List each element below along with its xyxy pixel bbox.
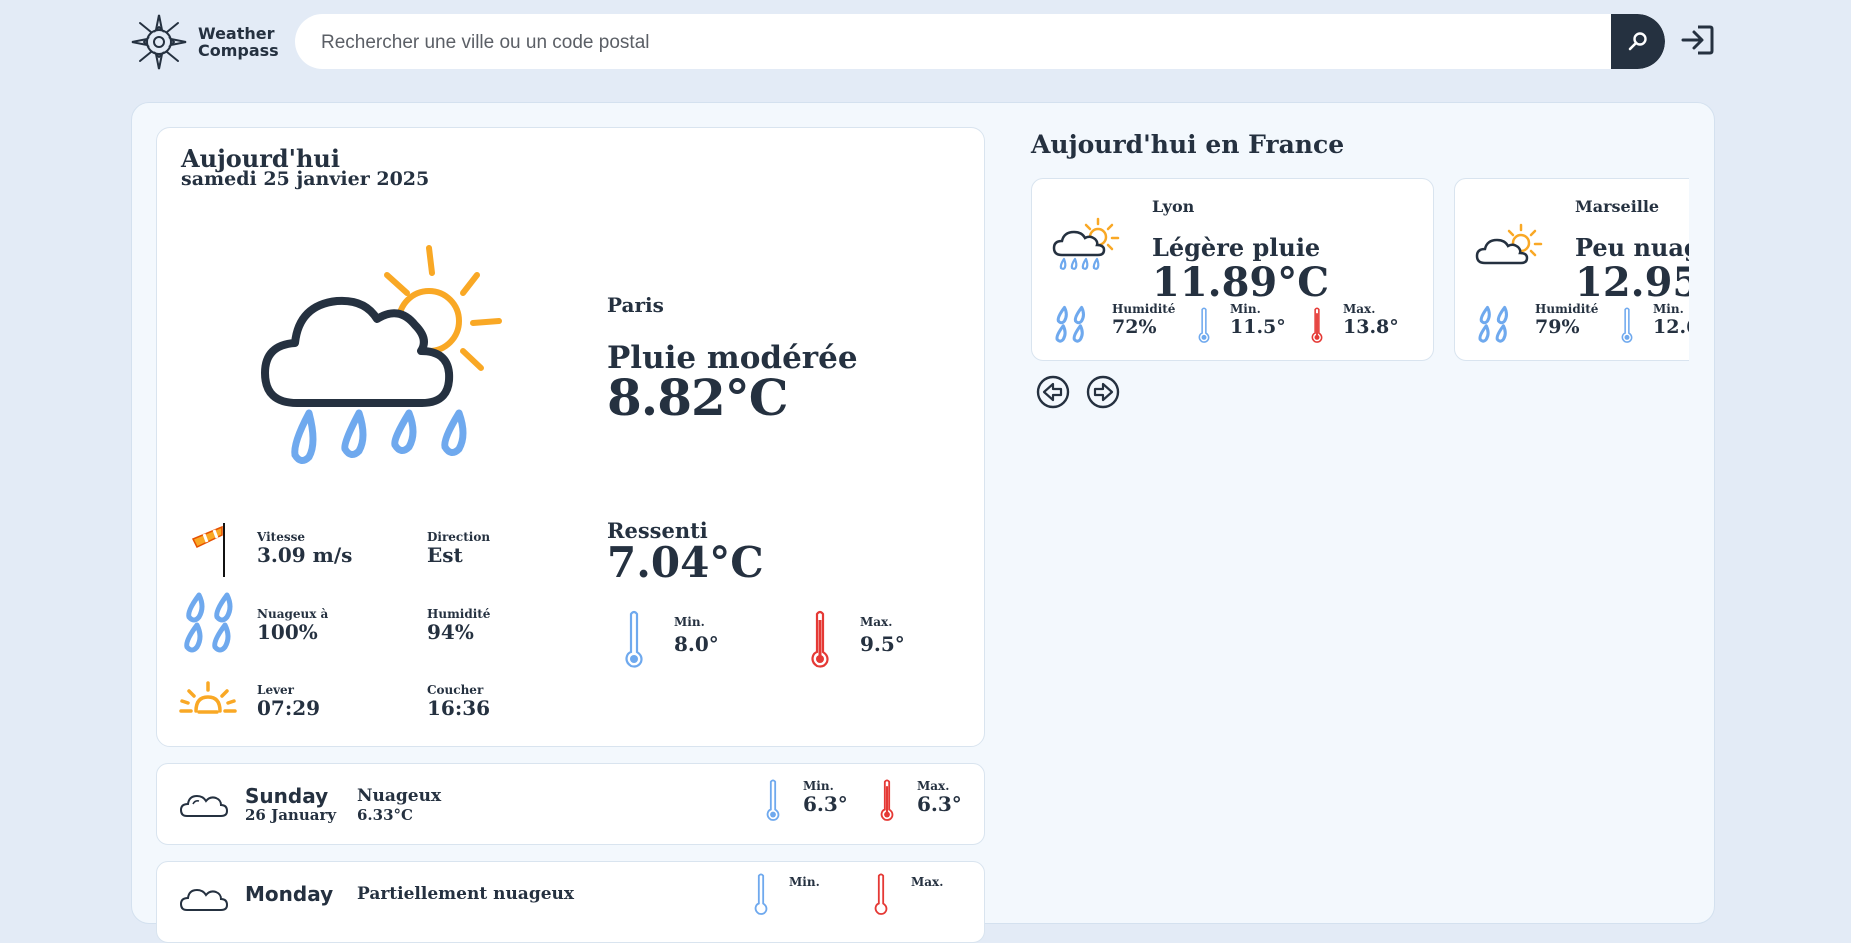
wind-direction: Direction Est xyxy=(427,531,490,567)
min-label: Min. xyxy=(1653,302,1684,316)
city-name: Marseille xyxy=(1575,197,1660,216)
min-label: Min. xyxy=(1230,302,1261,316)
forecast-max: Max. xyxy=(911,876,943,889)
forecast-min: Min. xyxy=(789,876,820,889)
humidity-value: 79% xyxy=(1535,316,1580,338)
thermometer-cold-icon xyxy=(766,779,780,821)
wind-speed-value: 3.09 m/s xyxy=(257,543,353,567)
city-carousel: Lyon Légère pluie 11.89°C Humidité 72% M… xyxy=(1031,178,1689,363)
sunrise-value: 07:29 xyxy=(257,696,321,720)
thermometer-cold-icon xyxy=(625,610,643,668)
search-input[interactable] xyxy=(319,14,1603,69)
forecast-min: Min. 6.3° xyxy=(803,780,848,816)
city-name: Lyon xyxy=(1152,197,1195,216)
max-value: 9.5° xyxy=(860,632,905,656)
search-button[interactable] xyxy=(1611,14,1665,69)
max-label: Max. xyxy=(860,615,893,629)
login-icon xyxy=(1681,25,1714,55)
app-logo[interactable]: Weather Compass xyxy=(130,13,290,71)
min-value: 11.5° xyxy=(1230,316,1286,338)
compass-logo-icon xyxy=(131,14,187,70)
raindrops-icon xyxy=(184,592,233,653)
cloud-rain-sun-icon xyxy=(261,245,502,464)
humidity-label: Humidité xyxy=(1535,302,1599,316)
city-description: Légère pluie xyxy=(1152,233,1321,262)
forecast-row[interactable]: Monday Partiellement nuageux Min. Max. xyxy=(156,861,985,943)
app-name-line2: Compass xyxy=(198,41,279,60)
today-temperature: 8.82°C xyxy=(607,368,789,427)
raindrops-icon xyxy=(1055,305,1086,343)
direction-value: Est xyxy=(427,543,463,567)
arrow-left-icon[interactable] xyxy=(1036,375,1070,409)
city-temperature: 11.89°C xyxy=(1152,259,1330,306)
app-name: Weather Compass xyxy=(198,25,279,59)
forecast-max-label: Max. xyxy=(911,875,944,889)
humidity-stat: Humidité 94% xyxy=(427,608,490,644)
thermometer-hot-icon xyxy=(811,610,829,668)
windsock-icon xyxy=(191,523,225,577)
search-icon xyxy=(1628,31,1647,50)
today-city: Paris xyxy=(607,293,664,317)
min-value: 8.0° xyxy=(674,632,719,656)
thermometer-cold-icon xyxy=(1621,307,1633,343)
forecast-day: Sunday xyxy=(245,784,329,808)
forecast-max-value: 6.3° xyxy=(917,792,962,816)
cloud-sun-icon xyxy=(1475,223,1543,265)
today-date: samedi 25 janvier 2025 xyxy=(181,168,430,190)
thermometer-cold-icon xyxy=(1198,307,1210,343)
forecast-temperature: 6.33°C xyxy=(357,806,413,824)
humidity-value: 94% xyxy=(427,620,474,644)
humidity-value: 72% xyxy=(1112,316,1157,338)
humidity-label: Humidité xyxy=(1112,302,1176,316)
forecast-row[interactable]: Sunday 26 January Nuageux 6.33°C Min. 6.… xyxy=(156,763,985,845)
header: Weather Compass xyxy=(0,0,1851,90)
sunrise-icon xyxy=(179,681,237,714)
today-card: Aujourd'hui samedi 25 janvier 2025 Paris… xyxy=(156,127,985,747)
city-temperature: 12.95°C xyxy=(1575,259,1689,306)
forecast-day: Monday xyxy=(245,882,334,906)
france-section-title: Aujourd'hui en France xyxy=(1031,130,1345,159)
sunrise-stat: Lever 07:29 xyxy=(257,684,321,720)
city-description: Peu nuageux xyxy=(1575,233,1689,262)
min-label: Min. xyxy=(674,615,705,629)
clouds-stat: Nuageux à 100% xyxy=(257,608,328,644)
city-card[interactable]: Lyon Légère pluie 11.89°C Humidité 72% M… xyxy=(1031,178,1434,361)
today-min: Min. 8.0° xyxy=(674,615,719,656)
search-bar xyxy=(295,14,1665,69)
forecast-description: Nuageux xyxy=(357,786,442,806)
cloud-icon xyxy=(179,794,229,817)
city-humidity: Humidité 72% xyxy=(1112,302,1176,339)
cloud-rain-sun-icon xyxy=(1052,217,1120,270)
max-value: 13.8° xyxy=(1343,316,1399,338)
min-value: 12.6° xyxy=(1653,316,1689,338)
thermometer-hot-icon xyxy=(1311,307,1323,343)
login-button[interactable] xyxy=(1680,22,1716,58)
forecast-description: Partiellement nuageux xyxy=(357,884,575,904)
forecast-min-value: 6.3° xyxy=(803,792,848,816)
thermometer-hot-icon xyxy=(880,779,894,821)
city-min: Min. 12.6° xyxy=(1653,302,1689,339)
today-max: Max. 9.5° xyxy=(860,615,905,656)
sunset-stat: Coucher 16:36 xyxy=(427,684,491,720)
thermometer-cold-icon xyxy=(754,873,768,915)
arrow-right-icon[interactable] xyxy=(1086,375,1120,409)
forecast-max: Max. 6.3° xyxy=(917,780,962,816)
clouds-value: 100% xyxy=(257,620,318,644)
thermometer-hot-icon xyxy=(874,873,888,915)
max-label: Max. xyxy=(1343,302,1376,316)
forecast-min-label: Min. xyxy=(789,875,820,889)
forecast-date: 26 January xyxy=(245,806,337,824)
city-min: Min. 11.5° xyxy=(1230,302,1286,339)
app-name-line1: Weather xyxy=(198,24,275,43)
raindrops-icon xyxy=(1478,305,1509,343)
cloud-icon xyxy=(179,888,229,911)
feels-like-value: 7.04°C xyxy=(607,538,764,587)
city-max: Max. 13.8° xyxy=(1343,302,1399,339)
city-humidity: Humidité 79% xyxy=(1535,302,1599,339)
sunset-value: 16:36 xyxy=(427,696,491,720)
city-card[interactable]: Marseille Peu nuageux 12.95°C Humidité 7… xyxy=(1454,178,1689,361)
wind-speed: Vitesse 3.09 m/s xyxy=(257,531,353,567)
